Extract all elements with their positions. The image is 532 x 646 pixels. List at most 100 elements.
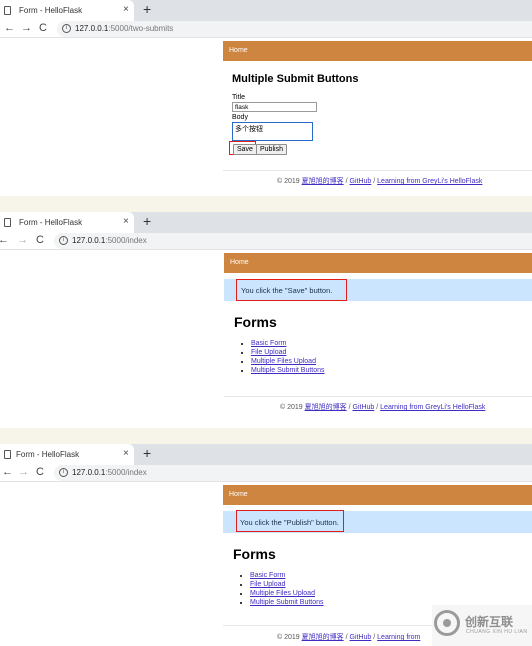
url-field[interactable]: i 127.0.0.1:5000/two-submits	[57, 21, 532, 37]
tab-title: Form - HelloFlask	[19, 6, 83, 15]
flash-message: You click the "Publish" button.	[223, 510, 532, 533]
list-item: Basic Form	[250, 571, 532, 580]
url-field[interactable]: i 127.0.0.1:5000/index	[54, 465, 532, 481]
forms-heading: Forms	[234, 314, 277, 330]
footer: © 2019 夏旭旭的博客 / GitHub / Learning from G…	[280, 402, 485, 412]
multiple-files-upload-link[interactable]: Multiple Files Upload	[250, 590, 315, 597]
separator-band	[0, 196, 532, 212]
multiple-files-upload-link[interactable]: Multiple Files Upload	[251, 358, 316, 365]
body-textarea[interactable]: 多个按钮	[232, 122, 313, 141]
nav-home-link[interactable]: Home	[230, 259, 249, 266]
author-link[interactable]: 夏旭旭的博客	[305, 404, 347, 411]
forms-heading: Forms	[233, 546, 276, 562]
page-icon	[4, 6, 11, 15]
helloflask-link[interactable]: Learning from GreyLi's HelloFlask	[377, 178, 482, 185]
url-field[interactable]: i 127.0.0.1:5000/index	[54, 233, 532, 249]
browser-tab[interactable]: Form - HelloFlask ×	[0, 0, 134, 21]
multiple-submit-buttons-link[interactable]: Multiple Submit Buttons	[250, 599, 324, 606]
back-icon[interactable]: ←	[2, 466, 13, 478]
info-icon[interactable]: i	[59, 468, 68, 477]
new-tab-icon[interactable]: +	[143, 1, 151, 17]
footer-separator: /	[376, 404, 379, 411]
basic-form-link[interactable]: Basic Form	[251, 340, 286, 347]
reload-icon[interactable]: C	[36, 466, 44, 478]
tab-bar: Form - HelloFlask × +	[0, 0, 532, 21]
basic-form-link[interactable]: Basic Form	[250, 572, 285, 579]
author-link[interactable]: 夏旭旭的博客	[302, 634, 344, 641]
new-tab-icon[interactable]: +	[143, 213, 151, 229]
screenshot-form-page: Form - HelloFlask × + ← → C i 127.0.0.1:…	[0, 0, 532, 196]
copyright-text: © 2019	[277, 178, 300, 185]
footer-separator: /	[345, 178, 348, 185]
close-tab-icon[interactable]: ×	[123, 448, 129, 459]
helloflask-link[interactable]: Learning from	[377, 634, 420, 641]
footer-separator: /	[348, 404, 351, 411]
publish-button[interactable]: Publish	[256, 144, 287, 155]
browser-tab[interactable]: Form - HelloFlask ×	[0, 212, 134, 233]
page-content: Home You click the "Save" button. Forms …	[224, 253, 532, 411]
address-bar: ← → C i 127.0.0.1:5000/two-submits	[0, 21, 532, 38]
page-icon	[4, 218, 11, 227]
nav-home-link[interactable]: Home	[229, 491, 248, 498]
github-link[interactable]: GitHub	[353, 404, 375, 411]
back-icon[interactable]: ←	[0, 234, 9, 246]
footer: © 2019 夏旭旭的博客 / GitHub / Learning from G…	[277, 176, 482, 186]
url-text: 127.0.0.1:5000/index	[72, 468, 147, 477]
info-icon[interactable]: i	[62, 24, 71, 33]
copyright-text: © 2019	[280, 404, 303, 411]
footer-separator: /	[345, 634, 348, 641]
forward-icon[interactable]: →	[17, 234, 28, 246]
forward-icon[interactable]: →	[18, 466, 29, 478]
multiple-submit-buttons-link[interactable]: Multiple Submit Buttons	[251, 367, 325, 374]
footer-divider	[224, 396, 532, 397]
nav-home-link[interactable]: Home	[229, 47, 248, 54]
tab-title: Form - HelloFlask	[19, 218, 83, 227]
close-tab-icon[interactable]: ×	[123, 216, 129, 227]
title-label: Title	[232, 94, 245, 101]
separator-band	[0, 428, 532, 444]
footer-divider	[223, 170, 532, 171]
forms-link-list: Basic Form File Upload Multiple Files Up…	[243, 571, 532, 607]
page-icon	[4, 450, 11, 459]
url-text: 127.0.0.1:5000/two-submits	[75, 24, 174, 33]
github-link[interactable]: GitHub	[350, 178, 372, 185]
list-item: File Upload	[251, 348, 532, 357]
title-input[interactable]: flask	[232, 102, 317, 112]
footer: © 2019 夏旭旭的博客 / GitHub / Learning from	[277, 632, 420, 642]
info-icon[interactable]: i	[59, 236, 68, 245]
reload-icon[interactable]: C	[36, 234, 44, 246]
back-icon[interactable]: ←	[4, 22, 15, 34]
file-upload-link[interactable]: File Upload	[251, 349, 286, 356]
navbar: Home	[224, 253, 532, 273]
copyright-text: © 2019	[277, 634, 300, 641]
list-item: Multiple Files Upload	[250, 589, 532, 598]
forward-icon[interactable]: →	[21, 22, 32, 34]
reload-icon[interactable]: C	[39, 22, 47, 34]
file-upload-link[interactable]: File Upload	[250, 581, 285, 588]
flash-message: You click the "Save" button.	[224, 279, 532, 301]
watermark-logo-icon	[434, 610, 460, 636]
submit-form: Title flask Body 多个按钮 Save Publish	[229, 94, 532, 158]
footer-separator: /	[373, 634, 376, 641]
button-group: Save Publish	[229, 141, 532, 158]
page-content: Home You click the "Publish" button. For…	[223, 485, 532, 641]
helloflask-link[interactable]: Learning from GreyLi's HelloFlask	[380, 404, 485, 411]
list-item: File Upload	[250, 580, 532, 589]
list-item: Multiple Submit Buttons	[251, 366, 532, 375]
new-tab-icon[interactable]: +	[143, 445, 151, 461]
flash-highlight-box	[236, 510, 344, 532]
list-item: Basic Form	[251, 339, 532, 348]
close-tab-icon[interactable]: ×	[123, 4, 129, 15]
navbar: Home	[223, 41, 532, 61]
tab-title: Form - HelloFlask	[16, 450, 80, 459]
author-link[interactable]: 夏旭旭的博客	[302, 178, 344, 185]
github-link[interactable]: GitHub	[350, 634, 372, 641]
page-title: Multiple Submit Buttons	[232, 73, 359, 85]
browser-tab[interactable]: Form - HelloFlask ×	[0, 444, 134, 465]
forms-link-list: Basic Form File Upload Multiple Files Up…	[244, 339, 532, 375]
address-bar: ← → C i 127.0.0.1:5000/index	[0, 465, 532, 482]
save-button[interactable]: Save	[233, 144, 257, 155]
body-label: Body	[232, 114, 248, 121]
url-text: 127.0.0.1:5000/index	[72, 236, 147, 245]
tab-bar: Form - HelloFlask × +	[0, 212, 532, 233]
